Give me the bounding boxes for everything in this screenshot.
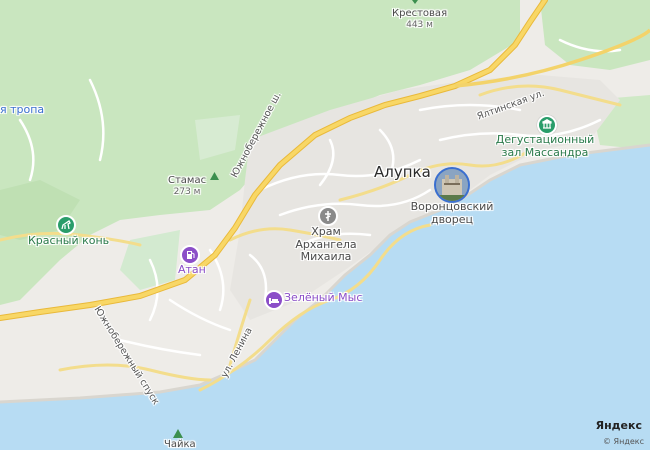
fuel-station-icon[interactable]: [180, 245, 200, 265]
yandex-brand-text: Яндекс: [595, 419, 642, 432]
town-alupka[interactable]: Алупка: [374, 163, 431, 181]
degustation-icon[interactable]: [537, 115, 557, 135]
map-canvas[interactable]: Крестовая 443 м я тропа Южнобережное ш. …: [0, 0, 650, 450]
vorontsov-palace-photo-icon[interactable]: [434, 167, 470, 203]
peak-stamas-height: 273 м: [173, 186, 201, 197]
horse-icon[interactable]: [56, 215, 76, 235]
poi-zeleny-mys[interactable]: Зелёный Мыс: [284, 291, 362, 305]
peak-krestovaya[interactable]: Крестовая 443 м: [392, 8, 447, 30]
poi-degustation[interactable]: Дегустационный зал Массандра: [495, 133, 595, 159]
poi-atan[interactable]: Атан: [178, 263, 206, 277]
poi-vorontsov[interactable]: Воронцовский дворец: [402, 200, 502, 226]
copyright-notice[interactable]: © Яндекс: [603, 437, 644, 446]
place-chayka[interactable]: Чайка: [164, 439, 196, 450]
peak-krestovaya-height: 443 м: [406, 19, 433, 30]
church-icon[interactable]: [318, 206, 338, 226]
poi-tropa[interactable]: я тропа: [0, 103, 44, 117]
yandex-logo[interactable]: Яндекс: [596, 419, 642, 432]
hotel-bed-icon[interactable]: [264, 290, 284, 310]
poi-khram[interactable]: Храм Архангела Михаила: [280, 225, 372, 264]
peak-krestovaya-name: Крестовая: [392, 8, 448, 19]
peak-stamas[interactable]: Стамас 273 м: [168, 175, 206, 197]
peak-stamas-name: Стамас: [168, 175, 207, 186]
poi-krasny-kon[interactable]: Красный конь: [28, 234, 109, 248]
